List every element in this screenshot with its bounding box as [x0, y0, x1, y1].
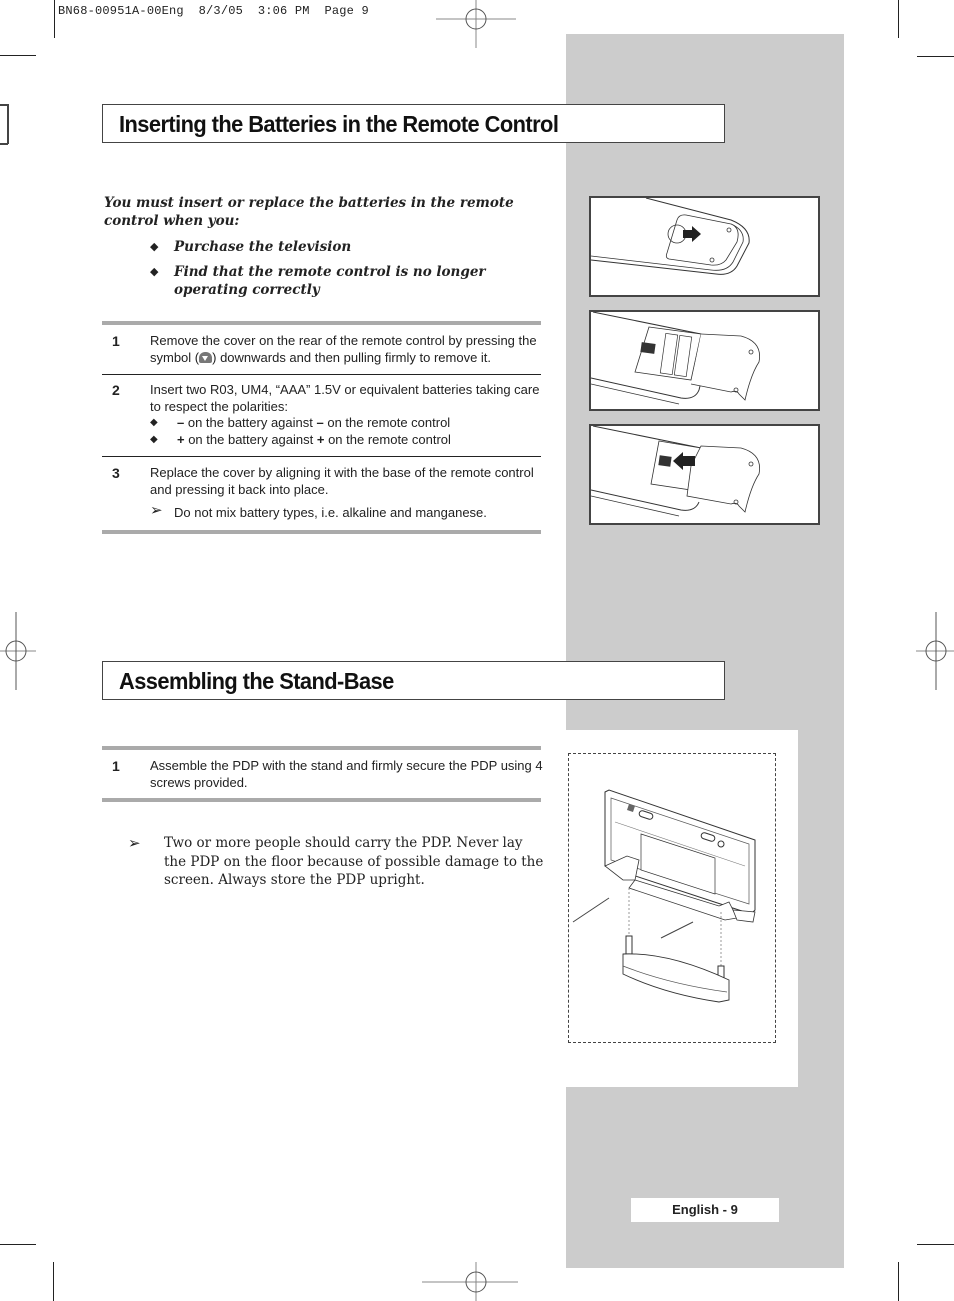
section-title-box: Assembling the Stand-Base: [102, 661, 725, 700]
step-number: 3: [112, 465, 120, 481]
note-arrow-icon: ➢: [150, 502, 163, 519]
crop-mark: [0, 1244, 36, 1245]
page-number: English - 9: [631, 1198, 779, 1222]
crop-mark: [917, 56, 954, 57]
divider: [102, 374, 541, 375]
step-text: Insert two R03, UM4, “AAA” 1.5V or equiv…: [150, 382, 540, 414]
section-title: Assembling the Stand-Base: [119, 668, 394, 694]
press-down-arrow-icon: [199, 351, 213, 363]
registration-mark-icon: [0, 612, 36, 690]
step-text: Remove the cover on the rear of the remo…: [150, 333, 537, 365]
step-note: ➢ Do not mix battery types, i.e. alkalin…: [150, 502, 487, 520]
section-title: Inserting the Batteries in the Remote Co…: [119, 111, 559, 137]
bleed-mark: [7, 104, 9, 144]
remote-cover-replacement-illustration: [589, 424, 820, 525]
divider: [102, 456, 541, 457]
bullet-text: Purchase the television: [174, 239, 352, 255]
registration-mark-icon: [422, 1262, 518, 1301]
note-text: Two or more people should carry the PDP.…: [164, 835, 544, 888]
pdp-stand-assembly-illustration: [568, 753, 776, 1043]
step-text: Assemble the PDP with the stand and firm…: [150, 758, 543, 790]
crop-mark: [0, 55, 36, 56]
remote-batteries-inserted-illustration: [589, 310, 820, 411]
divider: [102, 530, 541, 534]
diamond-bullet-icon: ◆: [150, 240, 159, 253]
diamond-bullet-icon: ◆: [150, 265, 159, 278]
diamond-bullet-icon: ◆: [150, 417, 158, 428]
step-number: 2: [112, 382, 120, 398]
bullet-text: Find that the remote control is no longe…: [174, 264, 486, 298]
step-number: 1: [112, 758, 120, 774]
crop-mark: [898, 0, 899, 38]
print-slug: BN68-00951A-00Eng 8/3/05 3:06 PM Page 9: [58, 4, 369, 18]
polarity-item: ◆ – on the battery against – on the remo…: [150, 415, 451, 430]
note-arrow-icon: ➢: [128, 834, 141, 852]
crop-mark: [53, 1262, 54, 1301]
registration-mark-icon: [436, 0, 516, 48]
registration-mark-icon: [916, 612, 954, 690]
bleed-mark: [0, 143, 8, 145]
remote-cover-removal-illustration: [589, 196, 820, 297]
polarity-item: ◆ + on the battery against + on the remo…: [150, 431, 451, 447]
section-title-box: Inserting the Batteries in the Remote Co…: [102, 104, 725, 143]
step-text: Replace the cover by aligning it with th…: [150, 465, 534, 497]
divider: [102, 798, 541, 802]
crop-mark: [917, 1244, 954, 1245]
divider: [102, 746, 541, 750]
diamond-bullet-icon: ◆: [150, 433, 158, 445]
crop-mark: [54, 0, 55, 38]
step-number: 1: [112, 333, 120, 349]
divider: [102, 321, 541, 325]
crop-mark: [898, 1262, 899, 1301]
intro-text: You must insert or replace the batteries…: [104, 195, 514, 229]
